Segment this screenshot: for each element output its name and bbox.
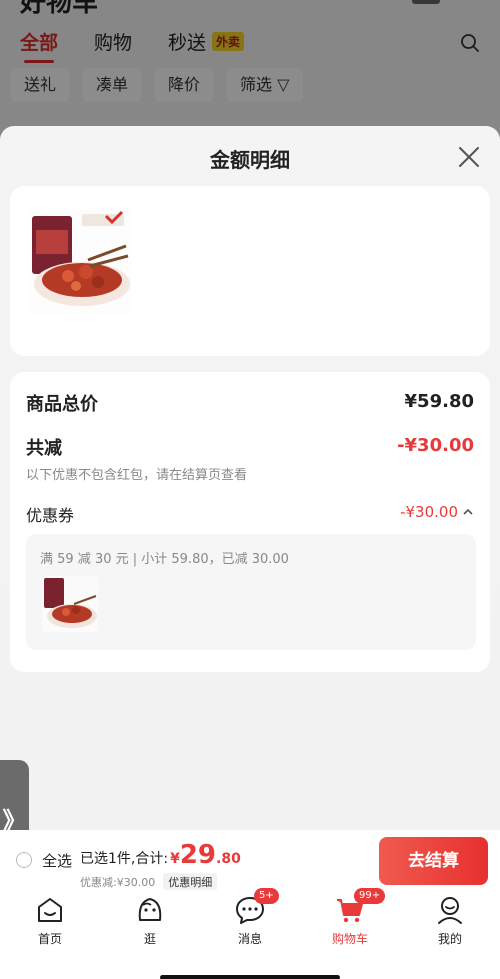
product-card: ¥14.9 x2 bbox=[10, 186, 490, 397]
sheet-title: 金额明细 bbox=[210, 148, 290, 172]
profile-icon bbox=[438, 897, 462, 924]
product-image[interactable] bbox=[28, 210, 132, 314]
select-all-checkbox[interactable] bbox=[16, 852, 32, 868]
reduction-note: 以下优惠不包含红包，请在结算页查看 bbox=[26, 468, 248, 483]
coupon-description: 满 59 减 30 元 | 小计 59.80，已减 30.00 bbox=[40, 552, 289, 567]
tabbar-cart-label: 购物车 bbox=[331, 932, 368, 946]
coupon-toggle[interactable]: -¥30.00 bbox=[400, 503, 474, 521]
tabbar-cart[interactable]: 99+ 购物车 bbox=[320, 888, 386, 947]
tabbar-home-label: 首页 bbox=[37, 932, 62, 946]
chevron-up-icon bbox=[463, 508, 473, 515]
total-decimal: .80 bbox=[216, 851, 241, 867]
total-integer: 29 bbox=[179, 840, 217, 870]
coupon-label: 优惠券 bbox=[26, 506, 75, 525]
select-all-label[interactable]: 全选 bbox=[42, 850, 72, 871]
cart-badge: 99+ bbox=[354, 888, 386, 904]
coupon-value: -¥30.00 bbox=[400, 503, 458, 521]
checkout-button[interactable]: 去结算 bbox=[379, 837, 488, 885]
discount-amount: 优惠减:¥30.00 bbox=[80, 876, 156, 889]
tabbar-messages-label: 消息 bbox=[237, 932, 262, 946]
selected-count: 已选1件,合计: bbox=[80, 851, 169, 867]
coupon-detail-box: 满 59 减 30 元 | 小计 59.80，已减 30.00 bbox=[26, 534, 476, 650]
tabbar-messages[interactable]: 5+ 消息 bbox=[220, 888, 280, 947]
browse-icon bbox=[138, 898, 162, 921]
tabbar-profile[interactable]: 我的 bbox=[420, 894, 480, 947]
total-summary: 已选1件,合计: ¥ 29 .80 bbox=[80, 840, 241, 870]
amount-detail-sheet: 金额明细 ¥14.9 x2 bbox=[0, 126, 500, 846]
close-icon[interactable] bbox=[456, 144, 482, 170]
total-symbol: ¥ bbox=[170, 851, 180, 867]
bottom-tab-bar: 首页 逛 5+ 消息 99+ 购物车 我的 bbox=[0, 888, 500, 979]
home-icon bbox=[38, 898, 62, 922]
amount-detail-card: 商品总价 ¥59.80 共减 -¥30.00 以下优惠不包含红包，请在结算页查看… bbox=[10, 372, 490, 672]
discount-summary: 优惠减:¥30.00 优惠明细 bbox=[80, 873, 218, 891]
subtotal-label: 商品总价 bbox=[26, 394, 98, 415]
reduction-label: 共减 bbox=[26, 438, 62, 459]
tabbar-browse[interactable]: 逛 bbox=[120, 894, 180, 947]
reduction-value: -¥30.00 bbox=[397, 435, 474, 456]
discount-detail-link[interactable]: 优惠明细 bbox=[163, 873, 218, 891]
home-indicator bbox=[160, 975, 340, 979]
messages-badge: 5+ bbox=[254, 888, 279, 904]
checkout-bar: 全选 已选1件,合计: ¥ 29 .80 优惠减:¥30.00 优惠明细 去结算 bbox=[0, 830, 500, 891]
subtotal-value: ¥59.80 bbox=[404, 391, 474, 412]
tabbar-profile-label: 我的 bbox=[437, 932, 462, 946]
tabbar-browse-label: 逛 bbox=[143, 932, 156, 946]
coupon-product-image bbox=[42, 576, 98, 632]
tabbar-home[interactable]: 首页 bbox=[20, 894, 80, 947]
